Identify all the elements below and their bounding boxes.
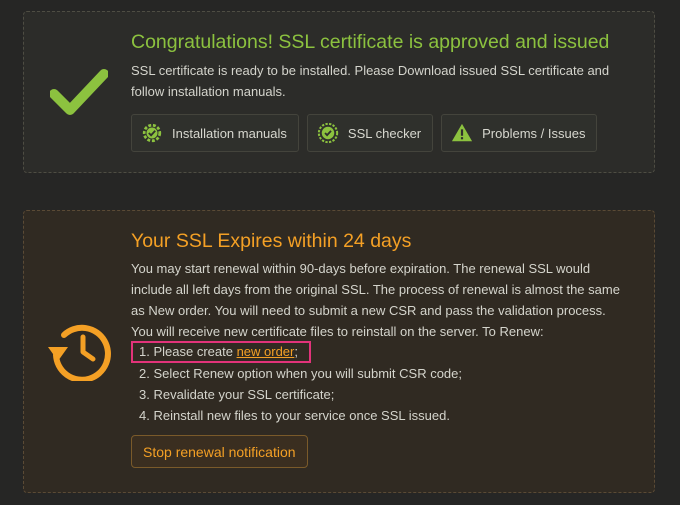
new-order-link[interactable]: new order <box>237 344 295 359</box>
history-clock-icon <box>48 324 111 381</box>
warning-icon <box>452 123 473 142</box>
gear-icon <box>142 123 162 143</box>
problems-issues-button[interactable]: Problems / Issues <box>441 114 598 152</box>
ssl-checker-button[interactable]: SSL checker <box>306 114 434 152</box>
expiry-description: You may start renewal within 90-days bef… <box>131 261 620 339</box>
ssl-checker-label: SSL checker <box>347 125 422 141</box>
approved-description: SSL certificate is ready to be installed… <box>131 63 610 99</box>
stop-renewal-button[interactable]: Stop renewal notification <box>131 435 308 468</box>
badge-check-icon <box>317 122 339 144</box>
expiry-panel: Your SSL Expires within 24 days You may … <box>23 210 655 493</box>
step-4: 4. Reinstall new files to your service o… <box>139 408 450 423</box>
problems-issues-label: Problems / Issues <box>482 125 586 141</box>
approved-title: Congratulations! SSL certificate is appr… <box>131 31 610 53</box>
renew-steps: 1. Please create new order; 2. Select Re… <box>131 341 462 426</box>
step-1-suffix: ; <box>294 344 298 359</box>
expiry-title: Your SSL Expires within 24 days <box>131 230 412 252</box>
step-1-text: 1. Please create <box>139 344 237 359</box>
installation-manuals-button[interactable]: Installation manuals <box>131 114 299 152</box>
step-1: 1. Please create new order; <box>131 341 462 363</box>
step-3: 3. Revalidate your SSL certificate; <box>139 387 335 402</box>
checkmark-icon <box>50 69 108 115</box>
installation-manuals-label: Installation manuals <box>172 125 287 141</box>
step-2: 2. Select Renew option when you will sub… <box>139 366 462 381</box>
tool-buttons: Installation manuals SSL checker Problem… <box>131 114 598 152</box>
step-1-highlight: 1. Please create new order; <box>131 341 311 363</box>
approved-panel: Congratulations! SSL certificate is appr… <box>23 11 655 173</box>
